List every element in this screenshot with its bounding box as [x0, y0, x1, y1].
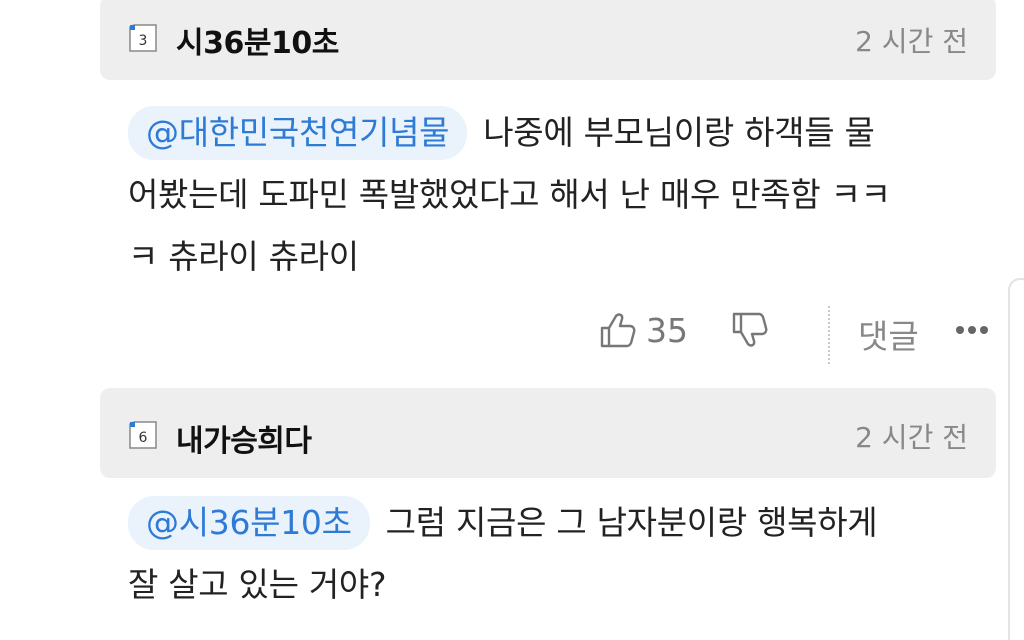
- mention-tag[interactable]: @시36분10초: [128, 496, 370, 550]
- comment-text-line: 그럼 지금은 그 남자분이랑 행복하게: [385, 503, 878, 542]
- like-count: 35: [646, 310, 688, 350]
- comment-header: 6 내가승희다 2 시간 전: [100, 388, 996, 478]
- mention-tag[interactable]: @대한민국천연기념물: [128, 106, 468, 160]
- comment-text-line: 잘 살고 있는 거야?: [128, 565, 387, 604]
- scrollbar[interactable]: [1008, 278, 1024, 640]
- svg-text:6: 6: [139, 430, 148, 446]
- timestamp: 2 시간 전: [855, 421, 968, 454]
- comment-text-line: 나중에 부모님이랑 하객들 물: [483, 113, 875, 152]
- svg-text:3: 3: [139, 33, 148, 49]
- comment-line: @시36분10초 그럼 지금은 그 남자분이랑 행복하게: [128, 492, 998, 554]
- nickname[interactable]: 시36분10초: [176, 18, 339, 62]
- reply-label: 댓글: [858, 317, 919, 356]
- level-badge-icon: 6: [128, 420, 158, 450]
- dislike-button[interactable]: [730, 310, 770, 350]
- thumbs-up-icon: [598, 310, 638, 350]
- divider: [828, 306, 830, 364]
- reply-button[interactable]: 댓글: [858, 310, 919, 358]
- like-button[interactable]: 35: [598, 310, 688, 350]
- comment-text-line: ㅋ 츄라이 츄라이: [128, 237, 359, 276]
- timestamp: 2 시간 전: [855, 25, 968, 58]
- comment-text: @대한민국천연기념물 나중에 부모님이랑 하객들 물 어봤는데 도파민 폭발했었다…: [128, 102, 998, 288]
- comment-text-line: 어봤는데 도파민 폭발했었다고 해서 난 매우 만족함 ㅋㅋ: [128, 175, 891, 214]
- comment-text: @시36분10초 그럼 지금은 그 남자분이랑 행복하게 잘 살고 있는 거야?: [128, 492, 998, 616]
- more-icon[interactable]: [956, 326, 992, 334]
- level-badge-icon: 3: [128, 23, 158, 53]
- comment-actions: 35 댓글: [590, 300, 1000, 364]
- nickname[interactable]: 내가승희다: [176, 416, 312, 460]
- comment-header: 3 시36분10초 2 시간 전: [100, 0, 996, 80]
- comment-line: @대한민국천연기념물 나중에 부모님이랑 하객들 물: [128, 102, 998, 164]
- thumbs-down-icon: [730, 310, 770, 350]
